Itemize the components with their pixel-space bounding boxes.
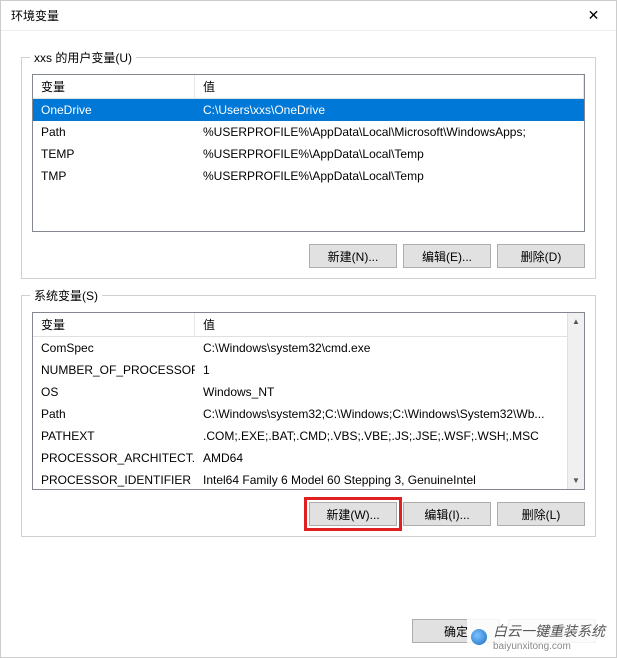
cell-value: %USERPROFILE%\AppData\Local\Temp	[195, 145, 584, 163]
table-row[interactable]: PROCESSOR_ARCHITECT...AMD64	[33, 447, 584, 469]
sys-edit-button[interactable]: 编辑(I)...	[403, 502, 491, 526]
user-vars-body: OneDriveC:\Users\xxs\OneDrivePath%USERPR…	[33, 99, 584, 231]
column-name[interactable]: 变量	[33, 74, 195, 99]
scrollbar[interactable]: ▲ ▼	[567, 313, 584, 489]
sys-vars-table[interactable]: 变量 值 ComSpecC:\Windows\system32\cmd.exeN…	[32, 312, 585, 490]
cell-value: AMD64	[195, 449, 584, 467]
cell-value: C:\Users\xxs\OneDrive	[195, 101, 584, 119]
table-row[interactable]: OneDriveC:\Users\xxs\OneDrive	[33, 99, 584, 121]
cell-value: Intel64 Family 6 Model 60 Stepping 3, Ge…	[195, 471, 584, 489]
table-row[interactable]: Path%USERPROFILE%\AppData\Local\Microsof…	[33, 121, 584, 143]
cell-value: C:\Windows\system32;C:\Windows;C:\Window…	[195, 405, 584, 423]
sys-vars-body: ComSpecC:\Windows\system32\cmd.exeNUMBER…	[33, 337, 584, 489]
cell-value: %USERPROFILE%\AppData\Local\Microsoft\Wi…	[195, 123, 584, 141]
cell-value: C:\Windows\system32\cmd.exe	[195, 339, 584, 357]
watermark-title: 白云一键重装系统	[493, 623, 605, 639]
cell-name: TEMP	[33, 145, 195, 163]
cell-name: OS	[33, 383, 195, 401]
cell-name: PATHEXT	[33, 427, 195, 445]
sys-vars-group: 系统变量(S) 变量 值 ComSpecC:\Windows\system32\…	[21, 295, 596, 537]
close-icon: ✕	[588, 7, 600, 24]
cell-name: PROCESSOR_IDENTIFIER	[33, 471, 195, 489]
user-delete-button[interactable]: 删除(D)	[497, 244, 585, 268]
sys-new-button[interactable]: 新建(W)...	[309, 502, 397, 526]
cell-name: Path	[33, 405, 195, 423]
scroll-up-icon[interactable]: ▲	[568, 313, 584, 330]
table-row[interactable]: TEMP%USERPROFILE%\AppData\Local\Temp	[33, 143, 584, 165]
user-vars-label: xxs 的用户变量(U)	[30, 49, 136, 66]
window-title: 环境变量	[11, 7, 59, 24]
table-row[interactable]: TMP%USERPROFILE%\AppData\Local\Temp	[33, 165, 584, 187]
user-vars-group: xxs 的用户变量(U) 变量 值 OneDriveC:\Users\xxs\O…	[21, 57, 596, 279]
highlighted-wrapper: 新建(W)...	[309, 502, 397, 526]
table-row[interactable]: PATHEXT.COM;.EXE;.BAT;.CMD;.VBS;.VBE;.JS…	[33, 425, 584, 447]
cell-name: NUMBER_OF_PROCESSORS	[33, 361, 195, 379]
user-edit-button[interactable]: 编辑(E)...	[403, 244, 491, 268]
user-vars-header: 变量 值	[33, 75, 584, 99]
cell-name: TMP	[33, 167, 195, 185]
column-name[interactable]: 变量	[33, 312, 195, 337]
sys-delete-button[interactable]: 删除(L)	[497, 502, 585, 526]
cell-name: OneDrive	[33, 101, 195, 119]
titlebar: 环境变量 ✕	[1, 1, 616, 31]
cell-value: 1	[195, 361, 584, 379]
sys-vars-label: 系统变量(S)	[30, 287, 102, 304]
scroll-track[interactable]	[568, 330, 584, 472]
column-value[interactable]: 值	[195, 74, 584, 99]
watermark: 白云一键重装系统 baiyunxitong.com	[467, 619, 609, 654]
watermark-url: baiyunxitong.com	[493, 641, 605, 652]
cell-value: Windows_NT	[195, 383, 584, 401]
env-vars-dialog: 环境变量 ✕ xxs 的用户变量(U) 变量 值 OneDriveC:\User…	[0, 0, 617, 658]
close-button[interactable]: ✕	[571, 1, 616, 31]
cell-name: ComSpec	[33, 339, 195, 357]
column-value[interactable]: 值	[195, 312, 584, 337]
table-row[interactable]: PathC:\Windows\system32;C:\Windows;C:\Wi…	[33, 403, 584, 425]
table-row[interactable]: ComSpecC:\Windows\system32\cmd.exe	[33, 337, 584, 359]
sys-vars-buttons: 新建(W)... 编辑(I)... 删除(L)	[32, 502, 585, 526]
sys-vars-header: 变量 值	[33, 313, 584, 337]
table-row[interactable]: OSWindows_NT	[33, 381, 584, 403]
cell-value: .COM;.EXE;.BAT;.CMD;.VBS;.VBE;.JS;.JSE;.…	[195, 427, 584, 445]
table-row[interactable]: PROCESSOR_IDENTIFIERIntel64 Family 6 Mod…	[33, 469, 584, 489]
user-new-button[interactable]: 新建(N)...	[309, 244, 397, 268]
table-row[interactable]: NUMBER_OF_PROCESSORS1	[33, 359, 584, 381]
scroll-down-icon[interactable]: ▼	[568, 472, 584, 489]
cell-value: %USERPROFILE%\AppData\Local\Temp	[195, 167, 584, 185]
user-vars-buttons: 新建(N)... 编辑(E)... 删除(D)	[32, 244, 585, 268]
cloud-icon	[471, 629, 487, 645]
dialog-content: xxs 的用户变量(U) 变量 值 OneDriveC:\Users\xxs\O…	[1, 31, 616, 609]
user-vars-table[interactable]: 变量 值 OneDriveC:\Users\xxs\OneDrivePath%U…	[32, 74, 585, 232]
cell-name: PROCESSOR_ARCHITECT...	[33, 449, 195, 467]
cell-name: Path	[33, 123, 195, 141]
